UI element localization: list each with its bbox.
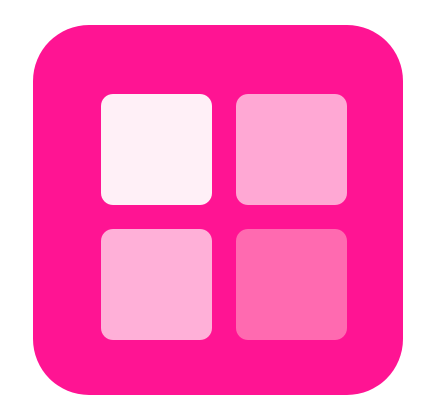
grid-tile-bottom-left-icon: [101, 229, 212, 340]
grid-tile-bottom-right-icon: [236, 229, 347, 340]
icon-canvas: [0, 0, 436, 418]
grid-tile-top-right-icon: [236, 94, 347, 205]
grid-tile-top-left-icon: [101, 94, 212, 205]
grid-app-icon[interactable]: [33, 25, 403, 395]
